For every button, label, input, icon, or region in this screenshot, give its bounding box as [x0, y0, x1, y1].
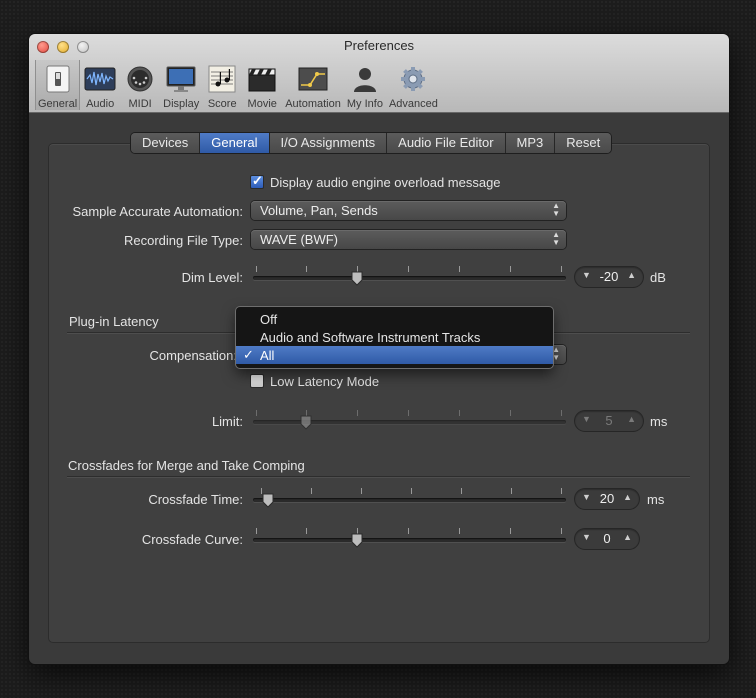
music-notes-icon — [205, 62, 239, 96]
waveform-icon — [83, 62, 117, 96]
toolbar-automation[interactable]: Automation — [282, 60, 344, 110]
crossfade-time-unit: ms — [647, 492, 665, 507]
window-title: Preferences — [343, 38, 415, 53]
dim-level-label: Dim Level: — [181, 270, 243, 285]
decrement-icon[interactable]: ▼ — [582, 414, 591, 424]
dim-level-unit: dB — [650, 270, 666, 285]
recording-file-type-popup[interactable]: WAVE (BWF) ▲ ▼ — [251, 230, 566, 249]
crossfades-heading: Crossfades for Merge and Take Comping — [68, 458, 305, 473]
limit-stepper[interactable]: ▼ 5 ▲ — [575, 411, 643, 431]
tab-audio-file-editor[interactable]: Audio File Editor — [387, 133, 506, 153]
crossfade-time-label: Crossfade Time: — [148, 492, 243, 507]
crossfade-time-thumb[interactable] — [262, 493, 274, 508]
tab-mp3[interactable]: MP3 — [505, 133, 556, 153]
monitor-icon — [164, 62, 198, 96]
increment-icon[interactable]: ▲ — [627, 270, 636, 280]
crossfade-curve-slider[interactable] — [253, 538, 566, 542]
toolbar-general[interactable]: General — [35, 60, 81, 110]
low-latency-checkbox[interactable] — [250, 374, 264, 388]
updown-arrows-icon: ▲ ▼ — [552, 230, 560, 247]
crossfade-time-slider[interactable] — [253, 498, 566, 502]
audio-tabs: Devices General I/O Assignments Audio Fi… — [131, 133, 612, 153]
limit-thumb[interactable] — [300, 415, 312, 430]
crossfade-curve-ticks — [256, 528, 566, 534]
crossfade-time-stepper[interactable]: ▼ 20 ▲ — [575, 489, 639, 509]
tab-general[interactable]: General — [200, 133, 270, 153]
checkmark-icon: ✓ — [243, 347, 254, 362]
toolbar-movie[interactable]: Movie — [242, 60, 282, 110]
preferences-toolbar: General Audio MIDI Display Score Movie A… — [35, 60, 441, 110]
decrement-icon[interactable]: ▼ — [582, 492, 591, 502]
overload-message-checkbox[interactable] — [250, 173, 264, 189]
overload-message-label: Display audio engine overload message — [270, 175, 501, 190]
limit-label: Limit: — [211, 414, 243, 429]
crossfade-curve-thumb[interactable] — [351, 533, 363, 548]
dim-level-slider[interactable] — [253, 276, 566, 280]
crossfades-separator — [67, 476, 690, 477]
menu-item-audio-and-software-instrument-tracks[interactable]: Audio and Software Instrument Tracks — [236, 328, 553, 346]
sample-accurate-popup[interactable]: Volume, Pan, Sends ▲ ▼ — [251, 201, 566, 220]
checkbox-checked-icon — [250, 173, 264, 189]
compensation-label: Compensation: — [149, 348, 237, 363]
person-icon — [348, 62, 382, 96]
compensation-menu: Off Audio and Software Instrument Tracks… — [236, 307, 553, 368]
increment-icon[interactable]: ▲ — [627, 414, 636, 424]
toolbar-midi[interactable]: MIDI — [120, 60, 160, 110]
automation-curve-icon — [296, 62, 330, 96]
dim-level-thumb[interactable] — [351, 271, 363, 286]
plugin-latency-heading: Plug-in Latency — [69, 314, 159, 329]
decrement-icon[interactable]: ▼ — [582, 270, 591, 280]
crossfade-time-ticks — [256, 488, 566, 494]
menu-item-off[interactable]: Off — [236, 310, 553, 328]
tab-devices[interactable]: Devices — [131, 133, 201, 153]
toolbar-audio[interactable]: Audio — [80, 60, 120, 110]
toolbar-my-info[interactable]: My Info — [344, 60, 386, 110]
tab-reset[interactable]: Reset — [555, 133, 612, 153]
midi-port-icon — [123, 62, 157, 96]
dim-level-stepper[interactable]: ▼ -20 ▲ — [575, 267, 643, 287]
recording-file-type-label: Recording File Type: — [124, 233, 243, 248]
increment-icon[interactable]: ▲ — [623, 492, 632, 502]
toolbar-advanced[interactable]: Advanced — [386, 60, 441, 110]
tab-io-assignments[interactable]: I/O Assignments — [269, 133, 388, 153]
switch-icon — [41, 62, 75, 96]
increment-icon[interactable]: ▲ — [623, 532, 632, 542]
dim-level-ticks — [256, 266, 566, 272]
crossfade-curve-label: Crossfade Curve: — [141, 532, 243, 547]
checkbox-unchecked-icon — [250, 374, 264, 388]
sample-accurate-label: Sample Accurate Automation: — [72, 204, 243, 219]
clapperboard-icon — [245, 62, 279, 96]
updown-arrows-icon: ▲ ▼ — [552, 345, 560, 362]
updown-arrows-icon: ▲ ▼ — [552, 201, 560, 218]
decrement-icon[interactable]: ▼ — [582, 532, 591, 542]
title-bar: Preferences General Audio MIDI Display S… — [29, 34, 729, 113]
toolbar-display[interactable]: Display — [160, 60, 202, 110]
limit-unit: ms — [650, 414, 668, 429]
crossfade-curve-stepper[interactable]: ▼ 0 ▲ — [575, 529, 639, 549]
toolbar-score[interactable]: Score — [202, 60, 242, 110]
gear-icon — [396, 62, 430, 96]
low-latency-label: Low Latency Mode — [270, 374, 380, 389]
menu-item-all[interactable]: ✓ All — [236, 346, 553, 364]
